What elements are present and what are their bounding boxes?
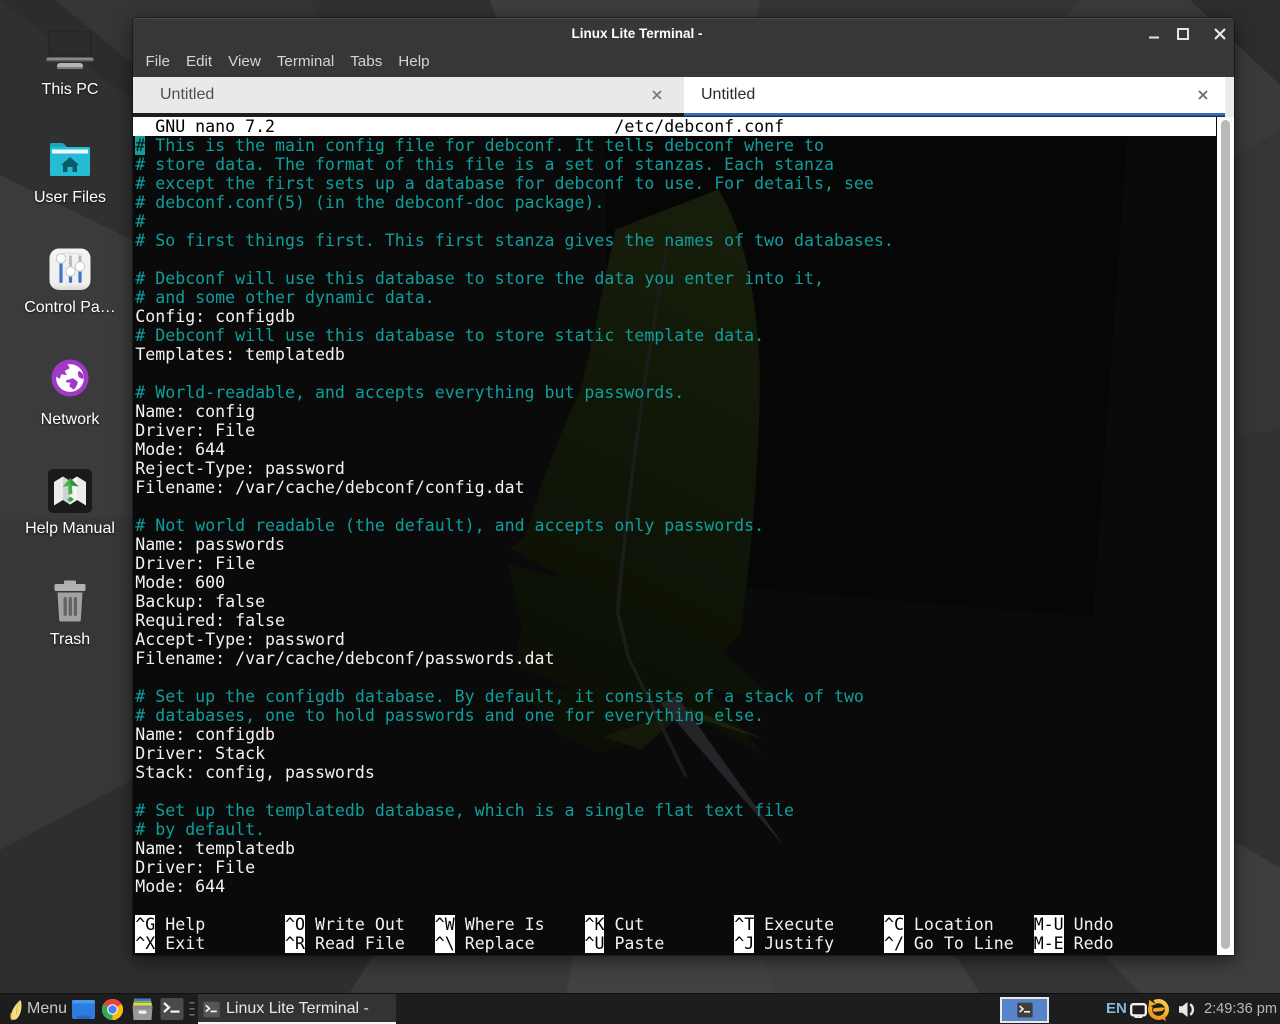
file-cabinet-icon: [130, 997, 155, 1022]
desktop-icon-label: Help Manual: [10, 520, 130, 538]
chrome-icon: [100, 997, 125, 1022]
nano-comment-line: # Not world readable (the default), and …: [135, 516, 764, 535]
updates-tray-icon[interactable]: [1146, 997, 1171, 1024]
help-manual-icon: [46, 467, 94, 515]
terminal-launcher-icon: [160, 997, 184, 1021]
control-panel-icon: [46, 246, 94, 294]
taskbar-window-button-label: Linux Lite Terminal -: [226, 994, 369, 1023]
user-files-icon: [46, 136, 94, 184]
desktop-icon-network[interactable]: Network: [10, 359, 130, 463]
nano-shortcut-key: ^T: [734, 915, 754, 934]
nano-editor: GNU nano 7.2 /etc/debconf.conf # This is…: [133, 117, 1217, 955]
window-title: Linux Lite Terminal -: [133, 19, 1141, 48]
window-menubar: File Edit View Terminal Tabs Help: [133, 47, 1234, 77]
nano-shortcut-key: ^G: [135, 915, 155, 934]
launcher-terminal[interactable]: [160, 997, 185, 1022]
nano-shortcut-key: ^O: [285, 915, 305, 934]
this-pc-icon: [46, 31, 94, 79]
nano-comment-line: #: [135, 212, 145, 231]
nano-comment-line: # World-readable, and accepts everything…: [135, 383, 684, 402]
workspace-pager[interactable]: [1000, 997, 1049, 1023]
menu-tabs[interactable]: Tabs: [342, 47, 390, 77]
nano-shortcut-key: ^W: [435, 915, 455, 934]
terminal-window-icon: [203, 1001, 220, 1018]
tab-close-icon[interactable]: [650, 88, 664, 102]
nano-shortcut-key: M-U: [1034, 915, 1064, 934]
nano-shortcut-key: ^X: [135, 934, 155, 953]
nano-comment-line: # except the first sets up a database fo…: [135, 174, 874, 193]
taskbar-menu-button[interactable]: Menu: [0, 994, 70, 1024]
launcher-desktop[interactable]: [71, 997, 96, 1022]
nano-comment-line: # Debconf will use this database to stor…: [135, 326, 764, 345]
nano-comment-line: # Set up the templatedb database, which …: [135, 801, 794, 820]
nano-shortcut-key: ^\: [435, 934, 455, 953]
desktop-icon-label: Control Pa…: [10, 299, 130, 317]
nano-comment-line: # databases, one to hold passwords and o…: [135, 706, 764, 725]
desktop-icon-user-files[interactable]: User Files: [10, 136, 130, 240]
trash-icon: [46, 579, 94, 627]
nano-comment-line: # Set up the configdb database. By defau…: [135, 687, 864, 706]
panel-separator: [188, 1000, 196, 1024]
menu-view[interactable]: View: [220, 47, 269, 77]
nano-shortcut-key: ^J: [734, 934, 754, 953]
tab-untitled-active[interactable]: Untitled: [684, 77, 1225, 113]
volume-tray-icon[interactable]: [1177, 1000, 1197, 1024]
tab-close-icon[interactable]: [1196, 88, 1210, 102]
nano-shortcut-key: M-E: [1034, 934, 1064, 953]
nano-shortcut-key: ^R: [285, 934, 305, 953]
desktop-launcher-icon: [71, 997, 96, 1022]
terminal-screen[interactable]: GNU nano 7.2 /etc/debconf.conf # This is…: [133, 117, 1234, 955]
menu-edit[interactable]: Edit: [178, 47, 220, 77]
desktop-icon-this-pc[interactable]: This PC: [10, 31, 130, 135]
nano-comment-line: # debconf.conf(5) (in the debconf-doc pa…: [135, 193, 604, 212]
desktop-icon-trash[interactable]: Trash: [10, 579, 130, 683]
minimize-button[interactable]: [1141, 19, 1167, 48]
tab-bar: Untitled Untitled: [133, 77, 1234, 117]
tab-untitled-inactive[interactable]: Untitled: [133, 77, 684, 113]
menu-terminal[interactable]: Terminal: [269, 47, 342, 77]
menu-file[interactable]: File: [138, 47, 178, 77]
desktop-icon-control-panel[interactable]: Control Pa…: [10, 246, 130, 350]
pager-terminal-icon: [1017, 1002, 1033, 1018]
keyboard-layout-indicator[interactable]: EN: [1106, 994, 1127, 1024]
window-titlebar[interactable]: Linux Lite Terminal -: [133, 18, 1234, 47]
display-tray-icon[interactable]: [1130, 1003, 1147, 1023]
tab-strip-empty: [1225, 77, 1234, 117]
linux-lite-feather-icon: [6, 999, 26, 1021]
launcher-file-manager[interactable]: [130, 997, 155, 1022]
desktop-icon-label: Network: [10, 411, 130, 429]
maximize-icon: [1177, 27, 1190, 40]
minimize-icon: [1148, 28, 1160, 40]
nano-comment-line: # by default.: [135, 820, 265, 839]
close-button[interactable]: [1207, 19, 1233, 48]
terminal-scrollbar[interactable]: [1217, 117, 1234, 955]
nano-shortcut-key: ^C: [884, 915, 904, 934]
close-icon: [1214, 27, 1227, 40]
taskbar: Menu: [0, 993, 1280, 1024]
nano-comment-line: # So first things first. This first stan…: [135, 231, 894, 250]
nano-titlebar: GNU nano 7.2 /etc/debconf.conf: [135, 117, 1213, 136]
nano-shortcut-key: ^/: [884, 934, 904, 953]
launcher-chrome[interactable]: [100, 997, 125, 1022]
desktop-icon-help-manual[interactable]: Help Manual: [10, 467, 130, 571]
nano-comment-line: # Debconf will use this database to stor…: [135, 269, 824, 288]
menu-help[interactable]: Help: [390, 47, 437, 77]
scrollbar-thumb[interactable]: [1221, 120, 1230, 949]
taskbar-window-button[interactable]: Linux Lite Terminal -: [198, 994, 396, 1024]
maximize-button[interactable]: [1170, 19, 1196, 48]
nano-shortcut-key: ^U: [585, 934, 605, 953]
nano-shortcut-key: ^K: [585, 915, 605, 934]
tab-label: Untitled: [701, 77, 755, 113]
network-icon: [46, 359, 94, 407]
tab-label: Untitled: [160, 77, 214, 113]
desktop-icon-label: User Files: [10, 189, 130, 207]
desktop-icon-label: This PC: [10, 81, 130, 99]
terminal-window: Linux Lite Terminal - File Edit View Ter…: [133, 18, 1234, 955]
taskbar-clock[interactable]: 2:49:36 pm: [1204, 994, 1277, 1024]
nano-cursor: #: [135, 136, 145, 155]
desktop-icon-label: Trash: [10, 631, 130, 649]
nano-comment-line: # store data. The format of this file is…: [135, 155, 834, 174]
nano-comment-line: # and some other dynamic data.: [135, 288, 434, 307]
taskbar-menu-label: Menu: [27, 994, 67, 1024]
